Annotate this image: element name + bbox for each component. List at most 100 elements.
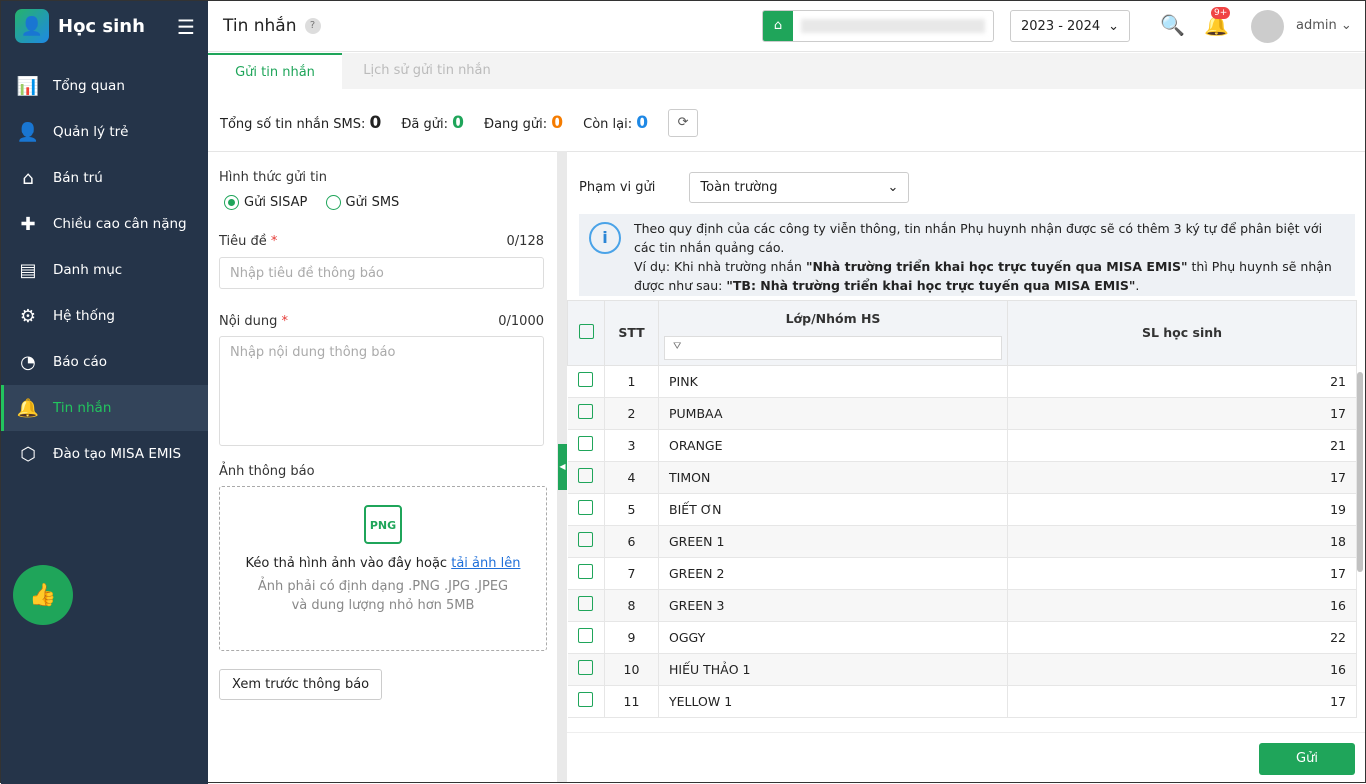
content-label: Nội dung * — [219, 314, 289, 329]
class-table: STT Lớp/Nhóm HS SL học sinh ⛛ 1 PINK 21 … — [567, 300, 1357, 718]
app-title: Học sinh — [58, 15, 145, 37]
sidebar-item-5[interactable]: ⚙ Hệ thống — [1, 293, 208, 339]
table-row[interactable]: 4 TIMON 17 — [567, 461, 1357, 494]
title-label: Tiêu đề * — [219, 234, 278, 249]
image-dropzone[interactable]: PNG Kéo thả hình ảnh vào đây hoặc tải ản… — [219, 486, 547, 651]
row-count: 16 — [1007, 589, 1357, 622]
sidebar-item-6[interactable]: ◔ Báo cáo — [1, 339, 208, 385]
panel-splitter[interactable]: ◀ — [557, 151, 567, 782]
row-count: 19 — [1007, 493, 1357, 526]
sidebar-item-4[interactable]: ▤ Danh mục — [1, 247, 208, 293]
scope-select[interactable]: Toàn trường ⌄ — [689, 172, 910, 203]
table-row[interactable]: 10 HIẾU THẢO 1 16 — [567, 653, 1357, 686]
table-row[interactable]: 3 ORANGE 21 — [567, 429, 1357, 462]
sidebar-item-2[interactable]: ⌂ Bán trú — [1, 155, 208, 201]
upload-link[interactable]: tải ảnh lên — [451, 556, 520, 571]
table-row[interactable]: 8 GREEN 3 16 — [567, 589, 1357, 622]
user-menu[interactable]: admin ⌄ — [1296, 18, 1352, 33]
row-count: 22 — [1007, 621, 1357, 654]
row-stt: 4 — [604, 461, 659, 494]
row-count: 17 — [1007, 685, 1357, 718]
refresh-button[interactable]: ⟳ — [668, 109, 699, 137]
collapse-arrow-icon[interactable]: ◀ — [558, 444, 567, 490]
col-class: Lớp/Nhóm HS — [658, 300, 1008, 336]
select-all-checkbox[interactable] — [578, 323, 594, 339]
row-checkbox[interactable] — [578, 660, 594, 675]
avatar[interactable] — [1251, 10, 1284, 43]
sms-stats: Tổng số tin nhắn SMS: 0 Đã gửi: 0 Đang g… — [220, 109, 699, 137]
sidebar-item-label: Bán trú — [53, 170, 103, 186]
row-checkbox[interactable] — [578, 692, 594, 707]
chevron-down-icon: ⌄ — [1108, 18, 1119, 34]
row-checkbox[interactable] — [578, 564, 594, 579]
row-checkbox[interactable] — [578, 404, 594, 419]
content-counter: 0/1000 — [498, 314, 544, 329]
row-class: PUMBAA — [658, 397, 1008, 430]
row-stt: 7 — [604, 557, 659, 590]
radio-sms[interactable]: Gửi SMS — [325, 195, 399, 210]
hamburger-menu-icon[interactable]: ☰ — [177, 15, 195, 39]
row-count: 17 — [1007, 397, 1357, 430]
title-input[interactable]: Nhập tiêu đề thông báo — [219, 257, 544, 289]
row-count: 16 — [1007, 653, 1357, 686]
sidebar-item-7[interactable]: 🔔 Tin nhắn — [1, 385, 208, 431]
row-class: OGGY — [658, 621, 1008, 654]
row-checkbox[interactable] — [578, 500, 594, 515]
sidebar-item-8[interactable]: ⬡ Đào tạo MISA EMIS — [1, 431, 208, 477]
col-count[interactable]: SL học sinh — [1007, 300, 1357, 366]
chevron-down-icon: ⌄ — [887, 180, 899, 195]
table-row[interactable]: 6 GREEN 1 18 — [567, 525, 1357, 558]
search-analytics-icon[interactable]: 🔍 — [1160, 13, 1185, 37]
row-stt: 9 — [604, 621, 659, 654]
row-checkbox[interactable] — [578, 596, 594, 611]
radio-sisap[interactable]: Gửi SISAP — [224, 195, 307, 210]
tab-send-message[interactable]: Gửi tin nhắn — [208, 53, 342, 89]
sidebar-item-3[interactable]: ✚ Chiều cao cân nặng — [1, 201, 208, 247]
row-class: BIẾT ƠN — [658, 493, 1008, 526]
row-checkbox[interactable] — [578, 628, 594, 643]
table-row[interactable]: 2 PUMBAA 17 — [567, 397, 1357, 430]
preview-button[interactable]: Xem trước thông báo — [219, 669, 383, 700]
row-checkbox[interactable] — [578, 468, 594, 483]
school-selector[interactable]: ⌂ — [762, 10, 994, 42]
send-button[interactable]: Gửi — [1259, 743, 1355, 775]
row-stt: 8 — [604, 589, 659, 622]
table-row[interactable]: 5 BIẾT ƠN 19 — [567, 493, 1357, 526]
row-class: GREEN 1 — [658, 525, 1008, 558]
sidebar-item-label: Danh mục — [53, 262, 123, 278]
sidebar-item-0[interactable]: 📊 Tổng quan — [1, 63, 208, 109]
feedback-like-button[interactable]: 👍 — [13, 565, 73, 625]
school-home-icon: ⌂ — [763, 11, 793, 41]
notification-badge: 9+ — [1211, 7, 1231, 19]
col-stt: STT — [604, 300, 659, 366]
help-icon[interactable]: ? — [304, 18, 321, 34]
table-row[interactable]: 1 PINK 21 — [567, 365, 1357, 398]
table-row[interactable]: 11 YELLOW 1 17 — [567, 685, 1357, 718]
drop-hint: Ảnh phải có định dạng .PNG .JPG .JPEG và… — [257, 579, 509, 613]
table-row[interactable]: 9 OGGY 22 — [567, 621, 1357, 654]
table-row[interactable]: 7 GREEN 2 17 — [567, 557, 1357, 590]
stat-sent: Đã gửi: 0 — [401, 113, 464, 133]
row-checkbox[interactable] — [578, 372, 594, 387]
row-checkbox[interactable] — [578, 436, 594, 451]
student-logo-icon: 👤 — [15, 9, 49, 43]
row-count: 18 — [1007, 525, 1357, 558]
row-class: HIẾU THẢO 1 — [658, 653, 1008, 686]
chart-icon: 📊 — [16, 75, 40, 97]
tab-history[interactable]: Lịch sử gửi tin nhắn — [342, 53, 512, 89]
stat-sending: Đang gửi: 0 — [484, 113, 564, 133]
row-stt: 6 — [604, 525, 659, 558]
class-filter-input[interactable]: ⛛ — [664, 335, 1002, 360]
content-textarea[interactable]: Nhập nội dung thông báo — [219, 336, 544, 446]
row-checkbox[interactable] — [578, 532, 594, 547]
folder-icon: ▤ — [19, 259, 37, 281]
gear-icon: ⚙ — [19, 305, 37, 327]
table-scrollbar[interactable] — [1357, 372, 1363, 572]
user-name: admin — [1296, 18, 1337, 33]
row-class: ORANGE — [658, 429, 1008, 462]
send-type-label: Hình thức gửi tin — [219, 170, 328, 185]
row-stt: 11 — [604, 685, 659, 718]
row-class: PINK — [658, 365, 1008, 398]
sidebar-item-1[interactable]: 👤 Quản lý trẻ — [1, 109, 208, 155]
school-year-select[interactable]: 2023 - 2024 ⌄ — [1010, 10, 1130, 42]
